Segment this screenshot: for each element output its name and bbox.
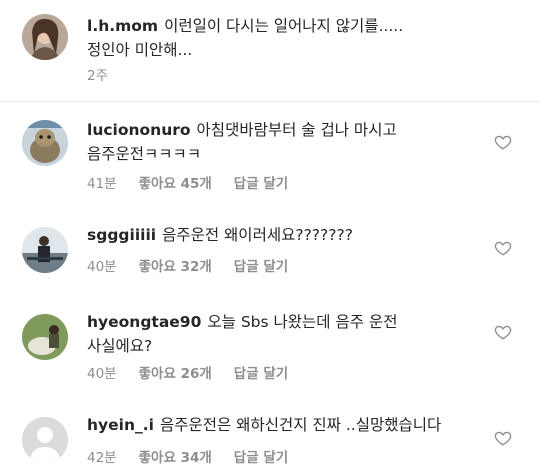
comment-body: hyeongtae90 오늘 Sbs 나왔는데 음주 운전 사실에요? (87, 310, 487, 358)
avatar-photo-icon (22, 314, 68, 360)
comment-likes[interactable]: 좋아요 26개 (139, 362, 212, 382)
avatar[interactable] (22, 314, 68, 360)
comment-text: 음주운전은 왜하신건지 진짜 ..실망했습니다 (159, 416, 442, 434)
comment-likes[interactable]: 좋아요 34개 (139, 446, 212, 466)
comment-meta: 40분 좋아요 26개 답글 달기 (87, 362, 288, 382)
comment-body: hyein_.i 음주운전은 왜하신건지 진짜 ..실망했습니다 (87, 413, 487, 437)
comment-meta: 40분 좋아요 32개 답글 달기 (87, 255, 288, 275)
comment-text: 음주운전 왜이러세요??????? (162, 226, 353, 244)
avatar[interactable] (22, 227, 68, 273)
comment-meta: 42분 좋아요 34개 답글 달기 (87, 446, 288, 466)
comment-body: sgggiiiii 음주운전 왜이러세요??????? (87, 223, 487, 247)
comment-time: 42분 (87, 450, 117, 466)
comment-username[interactable]: hyeongtae90 (87, 313, 201, 331)
avatar-photo-icon (22, 227, 68, 273)
avatar[interactable] (22, 417, 68, 463)
avatar[interactable] (22, 14, 68, 60)
comment-username[interactable]: l.h.mom (87, 17, 158, 35)
reply-button[interactable]: 답글 달기 (234, 172, 288, 192)
divider (0, 101, 540, 102)
reply-button[interactable]: 답글 달기 (234, 255, 288, 275)
comment-meta: 2주 (87, 64, 108, 84)
heart-icon[interactable] (494, 429, 512, 447)
comment-time: 40분 (87, 259, 117, 275)
comment-username[interactable]: hyein_.i (87, 416, 154, 434)
comment-likes[interactable]: 좋아요 45개 (139, 172, 212, 192)
reply-button[interactable]: 답글 달기 (234, 362, 288, 382)
heart-icon[interactable] (494, 323, 512, 341)
avatar-photo-icon (22, 14, 68, 60)
comment-body: l.h.mom 이런일이 다시는 일어나지 않기를..... 정인아 미안해... (87, 14, 487, 62)
heart-icon[interactable] (494, 239, 512, 257)
heart-icon[interactable] (494, 133, 512, 151)
avatar[interactable] (22, 120, 68, 166)
comment-time: 2주 (87, 68, 109, 84)
reply-button[interactable]: 답글 달기 (234, 446, 288, 466)
comment-username[interactable]: luciononuro (87, 121, 191, 139)
comment-likes[interactable]: 좋아요 32개 (139, 255, 212, 275)
comment-time: 41분 (87, 176, 117, 192)
comment-meta: 41분 좋아요 45개 답글 달기 (87, 172, 288, 192)
avatar-photo-icon (22, 120, 68, 166)
comment-time: 40분 (87, 366, 117, 382)
comment-body: luciononuro 아침댓바람부터 술 겁나 마시고 음주운전ㅋㅋㅋㅋ (87, 118, 487, 166)
comment-username[interactable]: sgggiiiii (87, 226, 156, 244)
default-avatar-icon (22, 417, 68, 463)
